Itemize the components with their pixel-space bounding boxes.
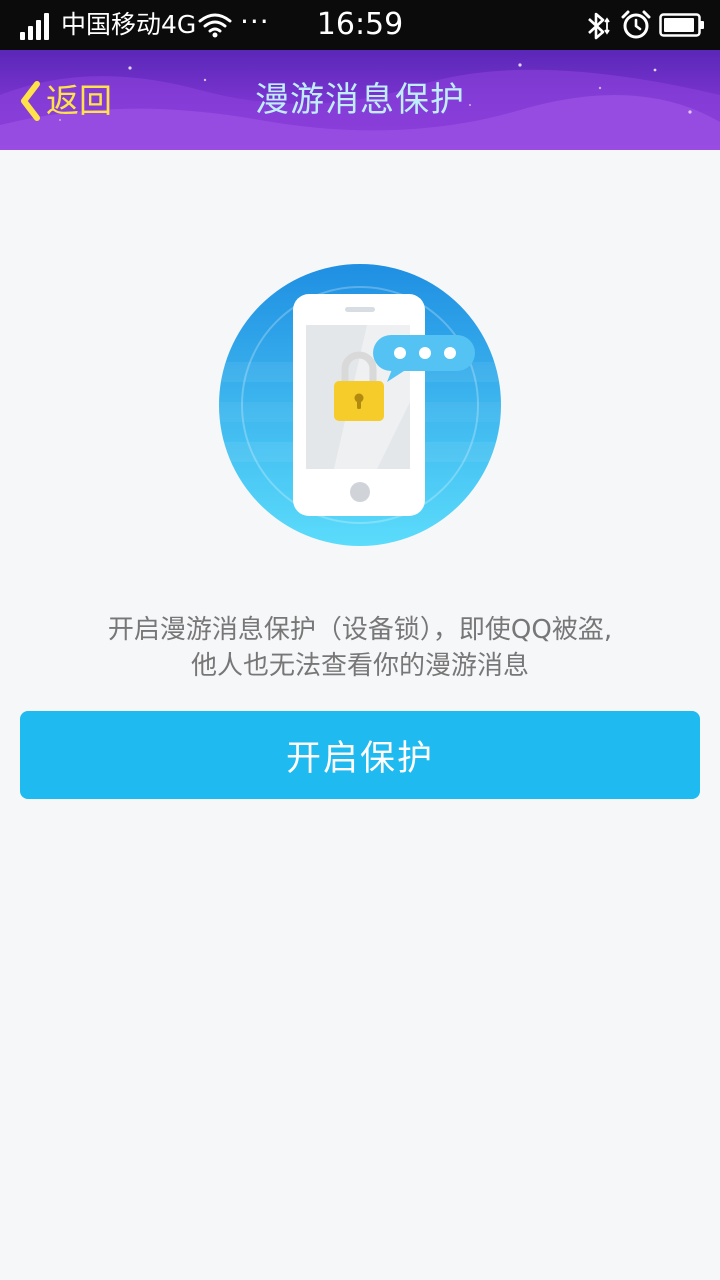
navigation-header: 返回 漫游消息保护 xyxy=(0,50,720,150)
status-bar: 中国移动4G ··· 16:59 xyxy=(0,0,720,50)
alarm-icon xyxy=(621,10,651,39)
description-line-1: 开启漫游消息保护（设备锁），即使QQ被盗, xyxy=(107,615,613,645)
description-line-2: 他人也无法查看你的漫游消息 xyxy=(190,651,529,681)
battery-icon xyxy=(659,13,704,37)
bluetooth-icon xyxy=(588,12,610,40)
page-title: 漫游消息保护 xyxy=(255,80,465,120)
phone-lock-illustration xyxy=(219,264,501,546)
protection-description: 开启漫游消息保护（设备锁），即使QQ被盗, 他人也无法查看你的漫游消息 xyxy=(0,612,720,684)
enable-protection-button[interactable]: 开启保护 xyxy=(20,711,700,799)
